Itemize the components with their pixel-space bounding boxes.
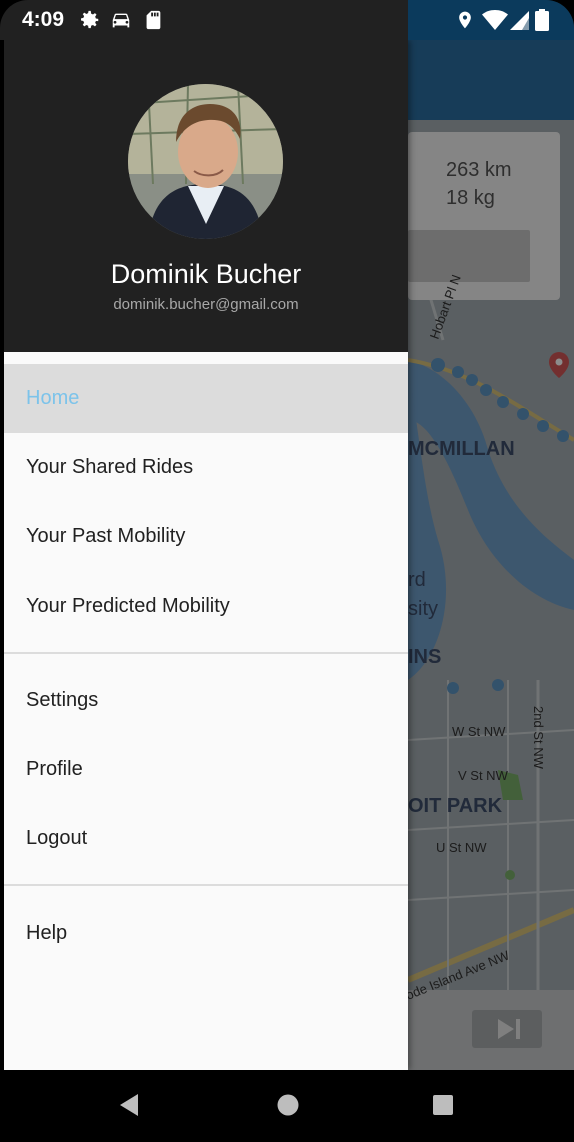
menu-item-help[interactable]: Help [4,899,408,968]
signal-icon [510,11,529,30]
sd-card-icon [146,10,161,30]
user-email: dominik.bucher@gmail.com [113,296,299,313]
menu-item-past-mobility[interactable]: Your Past Mobility [4,502,408,571]
system-navigation-bar [0,1070,574,1142]
avatar[interactable] [128,84,283,239]
user-name: Dominik Bucher [110,259,302,289]
profile-photo [128,84,283,239]
battery-icon [535,9,549,31]
status-bar: 4:09 [0,0,574,40]
gear-icon [81,10,99,29]
map-scrim[interactable] [408,40,574,1070]
map-view[interactable]: Hobart Pl N MCMILLAN rd sity INS W St NW… [408,40,574,1070]
phone-screen: 4:09 Hobart Pl N MCMILLAN rd sity INS W … [0,0,574,1142]
menu-item-profile[interactable]: Profile [4,735,408,804]
recents-icon[interactable] [431,1092,455,1118]
menu-divider [4,884,408,886]
menu-item-predicted-mobility[interactable]: Your Predicted Mobility [4,572,408,641]
menu-item-home[interactable]: Home [4,364,408,433]
menu-item-shared-rides[interactable]: Your Shared Rides [4,433,408,502]
car-icon [112,13,130,28]
menu-item-logout[interactable]: Logout [4,804,408,873]
menu-item-settings[interactable]: Settings [4,666,408,735]
home-icon[interactable] [276,1092,300,1118]
navigation-drawer: Dominik Bucher dominik.bucher@gmail.com … [4,40,408,1070]
wifi-icon [482,10,508,30]
drawer-header: Dominik Bucher dominik.bucher@gmail.com [4,40,408,352]
status-time: 4:09 [22,8,65,31]
back-icon[interactable] [117,1092,141,1118]
location-icon [459,11,471,29]
menu-divider [4,652,408,654]
